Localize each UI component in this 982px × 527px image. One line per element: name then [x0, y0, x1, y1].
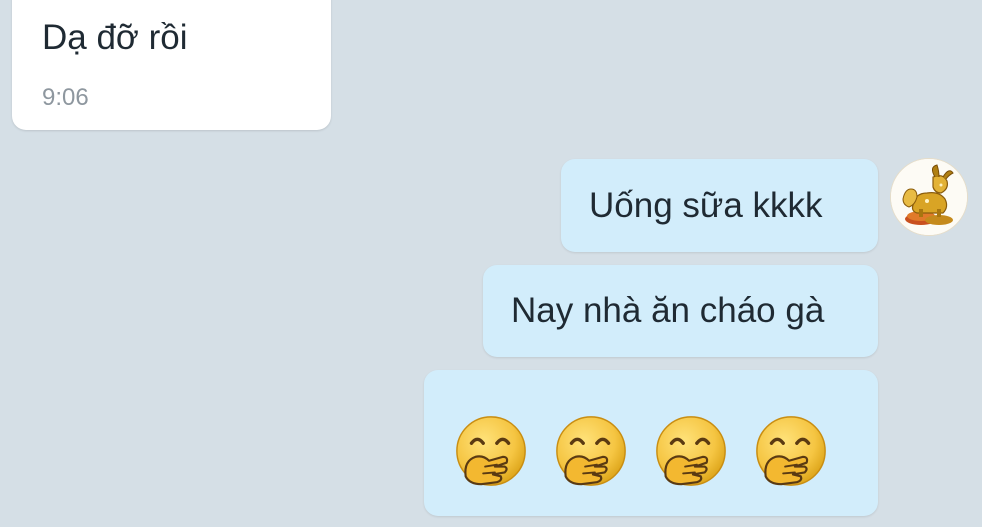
- hand-over-mouth-emoji-icon: [656, 416, 726, 486]
- sender-avatar[interactable]: [890, 158, 968, 236]
- message-timestamp: 9:06: [42, 84, 89, 111]
- golden-goat-figurine-icon: [891, 159, 967, 235]
- incoming-message-text: Dạ đỡ rồi: [42, 18, 188, 57]
- hand-over-mouth-emoji-icon: [556, 416, 626, 486]
- outgoing-emoji-bubble[interactable]: [424, 370, 878, 516]
- incoming-message-bubble[interactable]: Dạ đỡ rồi 9:06: [12, 0, 331, 130]
- outgoing-message-text: Uống sữa kkkk: [589, 186, 823, 225]
- chat-area: Dạ đỡ rồi 9:06 Uống sữa kkkk Nay nhà ăn …: [0, 0, 982, 527]
- hand-over-mouth-emoji-icon: [456, 416, 526, 486]
- outgoing-message-bubble[interactable]: Nay nhà ăn cháo gà: [483, 265, 878, 357]
- hand-over-mouth-emoji-icon: [756, 416, 826, 486]
- outgoing-message-text: Nay nhà ăn cháo gà: [511, 291, 825, 330]
- outgoing-message-bubble[interactable]: Uống sữa kkkk: [561, 159, 878, 252]
- emoji-row: [452, 412, 830, 490]
